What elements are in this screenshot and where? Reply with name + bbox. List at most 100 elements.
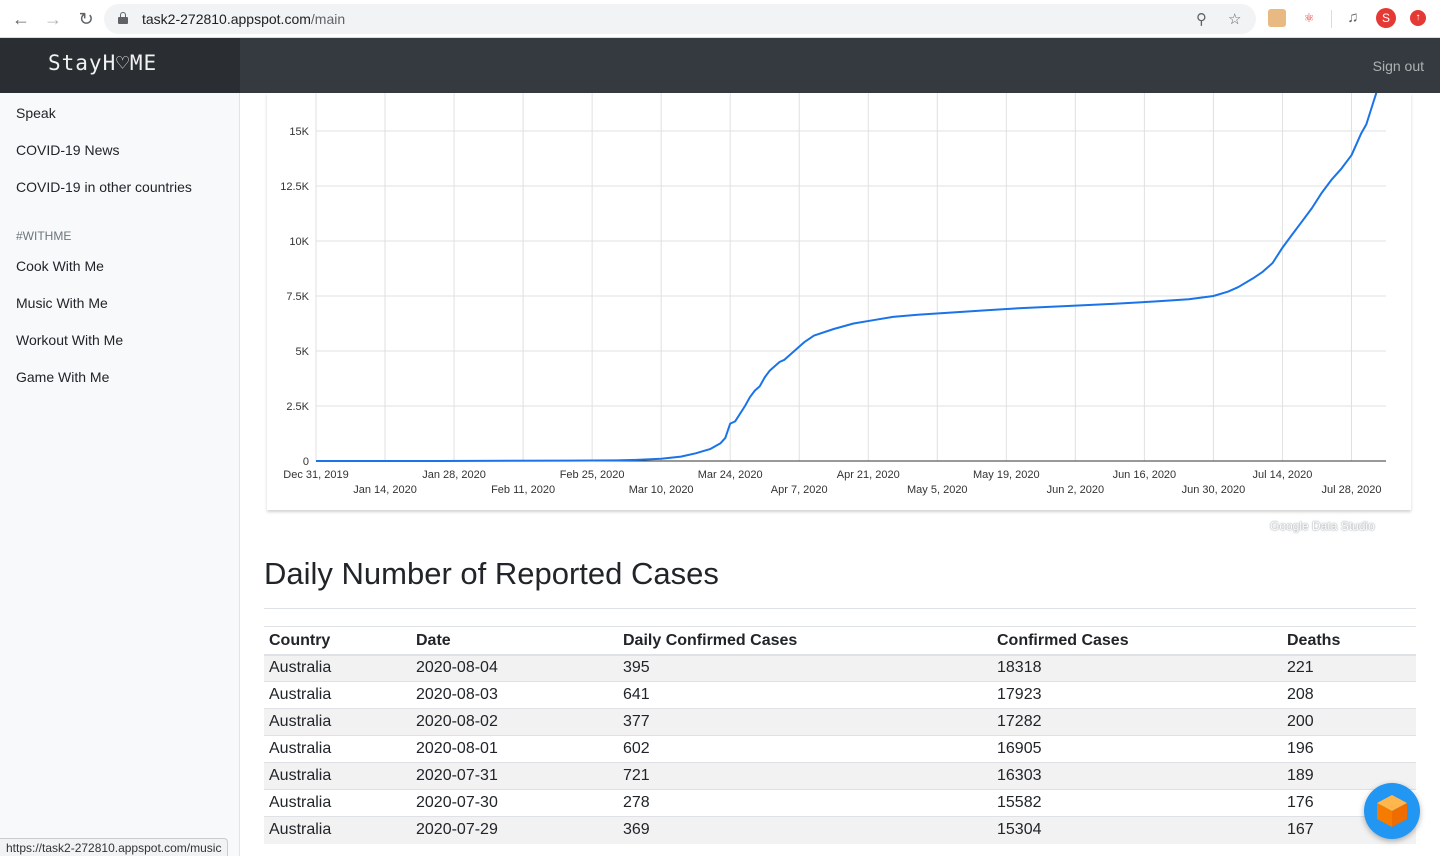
col-daily-confirmed: Daily Confirmed Cases xyxy=(618,626,992,656)
cell-deaths: 196 xyxy=(1282,735,1416,763)
cell-daily-confirmed: 641 xyxy=(618,681,992,709)
key-icon[interactable]: ⚲ xyxy=(1196,10,1207,28)
extension-icon[interactable] xyxy=(1268,9,1286,27)
cell-date: 2020-08-03 xyxy=(411,681,618,709)
forward-icon[interactable]: → xyxy=(42,8,64,30)
table-row: Australia 2020-08-02 377 17282 200 xyxy=(264,708,1416,736)
cell-confirmed: 15582 xyxy=(992,789,1282,817)
x-tick-label: May 19, 2020 xyxy=(973,469,1040,481)
y-tick-label: 5K xyxy=(296,346,310,358)
address-bar[interactable]: task2-272810.appspot.com/main ⚲ ☆ xyxy=(104,4,1256,34)
cell-date: 2020-08-02 xyxy=(411,708,618,736)
cell-country: Australia xyxy=(264,816,411,844)
table-row: Australia 2020-07-31 721 16303 189 xyxy=(264,762,1416,790)
brand-area: StayH♡ME xyxy=(0,38,240,93)
x-tick-label: Apr 21, 2020 xyxy=(837,469,900,481)
cell-daily-confirmed: 721 xyxy=(618,762,992,790)
cell-confirmed: 15304 xyxy=(992,816,1282,844)
x-tick-label: Jan 28, 2020 xyxy=(422,469,486,481)
x-tick-label: Dec 31, 2019 xyxy=(283,469,348,481)
network-extension-icon[interactable]: ⚛ xyxy=(1300,9,1318,27)
cell-deaths: 200 xyxy=(1282,708,1416,736)
y-tick-label: 0 xyxy=(303,456,309,468)
y-tick-label: 2.5K xyxy=(286,401,309,413)
x-tick-label: Jul 28, 2020 xyxy=(1322,484,1382,496)
cell-date: 2020-07-31 xyxy=(411,762,618,790)
chart-card: 0 2.5K 5K 7.5K 10K 12.5K 15K Dec 31, 2019 Jan 28… xyxy=(267,93,1411,510)
brand-logo[interactable]: StayH♡ME xyxy=(48,51,157,75)
x-tick-label: Jan 14, 2020 xyxy=(353,484,417,496)
table-row: Australia 2020-07-30 278 15582 176 xyxy=(264,789,1416,817)
cell-daily-confirmed: 395 xyxy=(618,654,992,682)
cell-confirmed: 16303 xyxy=(992,762,1282,790)
sidebar-item-cook[interactable]: Cook With Me xyxy=(16,258,104,274)
x-tick-label: Feb 25, 2020 xyxy=(560,469,625,481)
col-date: Date xyxy=(411,626,618,656)
sign-out-link[interactable]: Sign out xyxy=(1373,58,1424,74)
media-icon[interactable]: ♫ xyxy=(1344,9,1362,27)
cell-country: Australia xyxy=(264,681,411,709)
cell-deaths: 221 xyxy=(1282,654,1416,682)
section-title: Daily Number of Reported Cases xyxy=(264,556,719,591)
col-country: Country xyxy=(264,626,411,656)
sidebar-item-workout[interactable]: Workout With Me xyxy=(16,332,123,348)
update-icon[interactable]: ↑ xyxy=(1410,10,1426,26)
sidebar-item-game[interactable]: Game With Me xyxy=(16,369,109,385)
cell-confirmed: 16905 xyxy=(992,735,1282,763)
cell-date: 2020-08-01 xyxy=(411,735,618,763)
x-tick-label: Jun 16, 2020 xyxy=(1113,469,1177,481)
back-icon[interactable]: ← xyxy=(10,8,32,30)
sidebar-heading-withme: #WITHME xyxy=(16,229,72,243)
browser-toolbar: ← → ↻ task2-272810.appspot.com/main ⚲ ☆ … xyxy=(0,0,1440,38)
sidebar-item-covid-news[interactable]: COVID-19 News xyxy=(16,142,119,158)
line-chart: 0 2.5K 5K 7.5K 10K 12.5K 15K Dec 31, 2019 Jan 28… xyxy=(280,93,1386,496)
cell-date: 2020-08-04 xyxy=(411,654,618,682)
cell-country: Australia xyxy=(264,654,411,682)
cell-confirmed: 17282 xyxy=(992,708,1282,736)
cube-icon xyxy=(1377,795,1407,827)
app-navbar: StayH♡ME Sign out xyxy=(0,38,1440,93)
cell-date: 2020-07-30 xyxy=(411,789,618,817)
table-row: Australia 2020-08-01 602 16905 196 xyxy=(264,735,1416,763)
x-tick-label: Apr 7, 2020 xyxy=(771,484,828,496)
x-tick-label: May 5, 2020 xyxy=(907,484,968,496)
table-row: Australia 2020-08-03 641 17923 208 xyxy=(264,681,1416,709)
cell-daily-confirmed: 369 xyxy=(618,816,992,844)
cell-country: Australia xyxy=(264,789,411,817)
chart-credit[interactable]: Google Data Studio xyxy=(1270,519,1375,533)
table-body: Australia 2020-08-04 395 18318 221 Australia 2… xyxy=(264,654,1416,844)
table-header-row: Country Date Daily Confirmed Cases Confi… xyxy=(264,626,1416,656)
floating-action-button[interactable] xyxy=(1364,783,1420,839)
y-tick-label: 15K xyxy=(289,126,309,138)
reload-icon[interactable]: ↻ xyxy=(75,8,97,30)
col-deaths: Deaths xyxy=(1282,626,1416,656)
cell-daily-confirmed: 278 xyxy=(618,789,992,817)
x-tick-label: Jul 14, 2020 xyxy=(1252,469,1312,481)
cell-country: Australia xyxy=(264,735,411,763)
cell-confirmed: 17923 xyxy=(992,681,1282,709)
table-row: Australia 2020-08-04 395 18318 221 xyxy=(264,654,1416,682)
y-tick-label: 12.5K xyxy=(280,181,309,193)
title-divider xyxy=(264,608,1416,609)
x-tick-label: Feb 11, 2020 xyxy=(491,484,555,496)
col-confirmed: Confirmed Cases xyxy=(992,626,1282,656)
url-text[interactable]: task2-272810.appspot.com/main xyxy=(142,11,345,27)
profile-avatar[interactable]: S xyxy=(1376,8,1396,28)
sidebar-item-speak[interactable]: Speak xyxy=(16,105,56,121)
cell-date: 2020-07-29 xyxy=(411,816,618,844)
lock-icon xyxy=(118,12,128,24)
status-bar-url: https://task2-272810.appspot.com/music xyxy=(0,838,229,856)
cell-country: Australia xyxy=(264,708,411,736)
x-tick-label: Jun 2, 2020 xyxy=(1047,484,1105,496)
sidebar-item-music[interactable]: Music With Me xyxy=(16,295,108,311)
cell-confirmed: 18318 xyxy=(992,654,1282,682)
x-tick-label: Jun 30, 2020 xyxy=(1182,484,1246,496)
cell-country: Australia xyxy=(264,762,411,790)
table-row: Australia 2020-07-29 369 15304 167 xyxy=(264,816,1416,844)
cell-deaths: 208 xyxy=(1282,681,1416,709)
cell-daily-confirmed: 602 xyxy=(618,735,992,763)
sidebar-item-other-countries[interactable]: COVID-19 in other countries xyxy=(16,179,192,195)
cell-daily-confirmed: 377 xyxy=(618,708,992,736)
cases-table: Country Date Daily Confirmed Cases Confi… xyxy=(264,626,1416,844)
star-icon[interactable]: ☆ xyxy=(1228,10,1241,28)
